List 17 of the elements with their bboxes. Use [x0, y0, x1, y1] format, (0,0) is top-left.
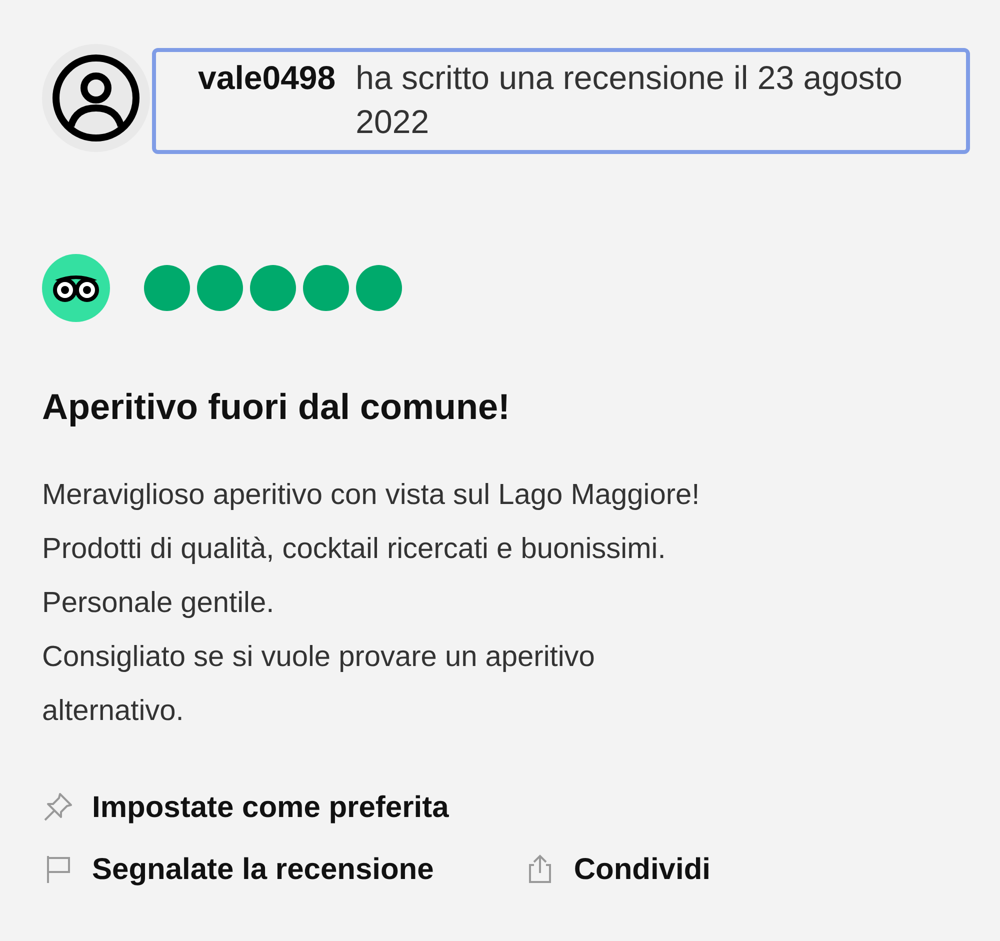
- review-title: Aperitivo fuori dal comune!: [42, 385, 512, 429]
- rating-dot: [303, 265, 349, 311]
- pin-icon: [42, 791, 74, 823]
- review-text: Prodotti di qualità, cocktail ricercati e buonissimi.: [42, 532, 667, 567]
- user-icon: [51, 53, 141, 143]
- review-text: Consigliato se si vuole provare un aperitivo alternativo.: [42, 640, 596, 729]
- rating-dot: [356, 265, 402, 311]
- review-text: Meraviglioso aperitivo con vista sul Lago Maggiore!: [42, 478, 701, 513]
- rating-dot: [250, 265, 296, 311]
- rating-dot: [197, 265, 243, 311]
- rating-dot: [144, 265, 190, 311]
- action-link[interactable]: Impostate come preferita: [92, 784, 449, 830]
- review-date-text: ha scritto una recensione il 23 agosto 2022: [356, 58, 904, 142]
- action-link[interactable]: Segnalate la recensione: [92, 846, 434, 892]
- username[interactable]: vale0498: [198, 56, 336, 100]
- action-link[interactable]: Condividi: [574, 846, 710, 892]
- review-text: Personale gentile.: [42, 586, 276, 621]
